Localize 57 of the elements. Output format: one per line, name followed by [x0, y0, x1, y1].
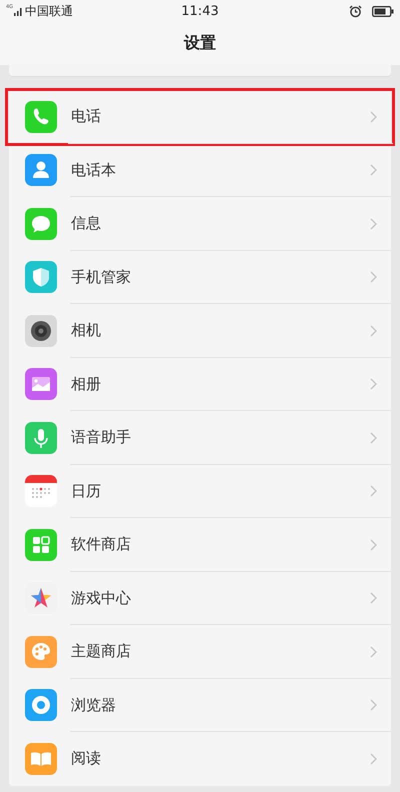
shield-icon [25, 261, 57, 294]
chevron-icon [370, 218, 377, 230]
chevron-icon [370, 538, 377, 551]
settings-item[interactable]: 主题商店 [9, 625, 391, 678]
phone-icon [25, 100, 57, 133]
settings-item[interactable]: 信息 [9, 197, 391, 250]
chevron-icon [370, 646, 377, 658]
settings-item[interactable]: 相机 [9, 304, 391, 358]
chevron-icon [370, 324, 377, 337]
camera-lens-icon [25, 314, 57, 347]
book-icon [25, 742, 57, 775]
item-label: 日历 [71, 482, 102, 501]
chevron-icon [370, 378, 377, 390]
settings-item[interactable]: 游戏中心 [9, 572, 391, 625]
person-icon [25, 154, 57, 186]
settings-item[interactable]: 电话 [7, 90, 393, 144]
grid-icon [25, 528, 57, 561]
chevron-icon [370, 271, 377, 284]
item-label: 电话本 [71, 160, 117, 180]
settings-item[interactable]: 相册 [9, 358, 391, 411]
chevron-icon [370, 752, 377, 765]
clock-time: 11:43 [180, 4, 220, 18]
settings-item[interactable]: 阅读 [9, 732, 391, 786]
chevron-icon [370, 110, 377, 123]
settings-item[interactable]: 软件商店 [9, 518, 391, 572]
item-label: 软件商店 [71, 535, 132, 554]
item-label: 主题商店 [71, 642, 132, 662]
item-label: 语音助手 [71, 428, 132, 448]
settings-item[interactable]: 浏览器 [9, 678, 391, 732]
picture-frame-icon [25, 368, 57, 400]
chevron-icon [370, 164, 377, 176]
chevron-icon [370, 699, 377, 712]
alarm-icon [349, 4, 362, 18]
item-label: 手机管家 [71, 268, 132, 287]
page-title: 设置 [184, 33, 216, 54]
speech-bubble-icon [25, 208, 57, 240]
chevron-icon [370, 485, 377, 498]
microphone-icon [25, 422, 57, 454]
calendar-icon [25, 475, 57, 508]
settings-item[interactable]: 手机管家 [9, 250, 391, 304]
item-label: 电话 [71, 107, 102, 126]
item-label: 浏览器 [71, 696, 117, 715]
signal-icon [14, 6, 24, 16]
battery-icon [372, 6, 394, 16]
carrier-name: 中国联通 [25, 2, 74, 20]
ring-icon [25, 689, 57, 722]
palette-icon [25, 636, 57, 668]
settings-item[interactable]: 日历 [9, 464, 391, 518]
chevron-icon [370, 432, 377, 444]
settings-item[interactable]: 语音助手 [9, 411, 391, 464]
item-label: 相册 [71, 374, 102, 394]
settings-item[interactable]: 电话本 [9, 144, 391, 197]
item-label: 阅读 [71, 749, 102, 768]
chevron-icon [370, 592, 377, 604]
item-label: 信息 [71, 214, 102, 234]
item-label: 相机 [71, 321, 102, 340]
item-label: 游戏中心 [71, 588, 132, 608]
